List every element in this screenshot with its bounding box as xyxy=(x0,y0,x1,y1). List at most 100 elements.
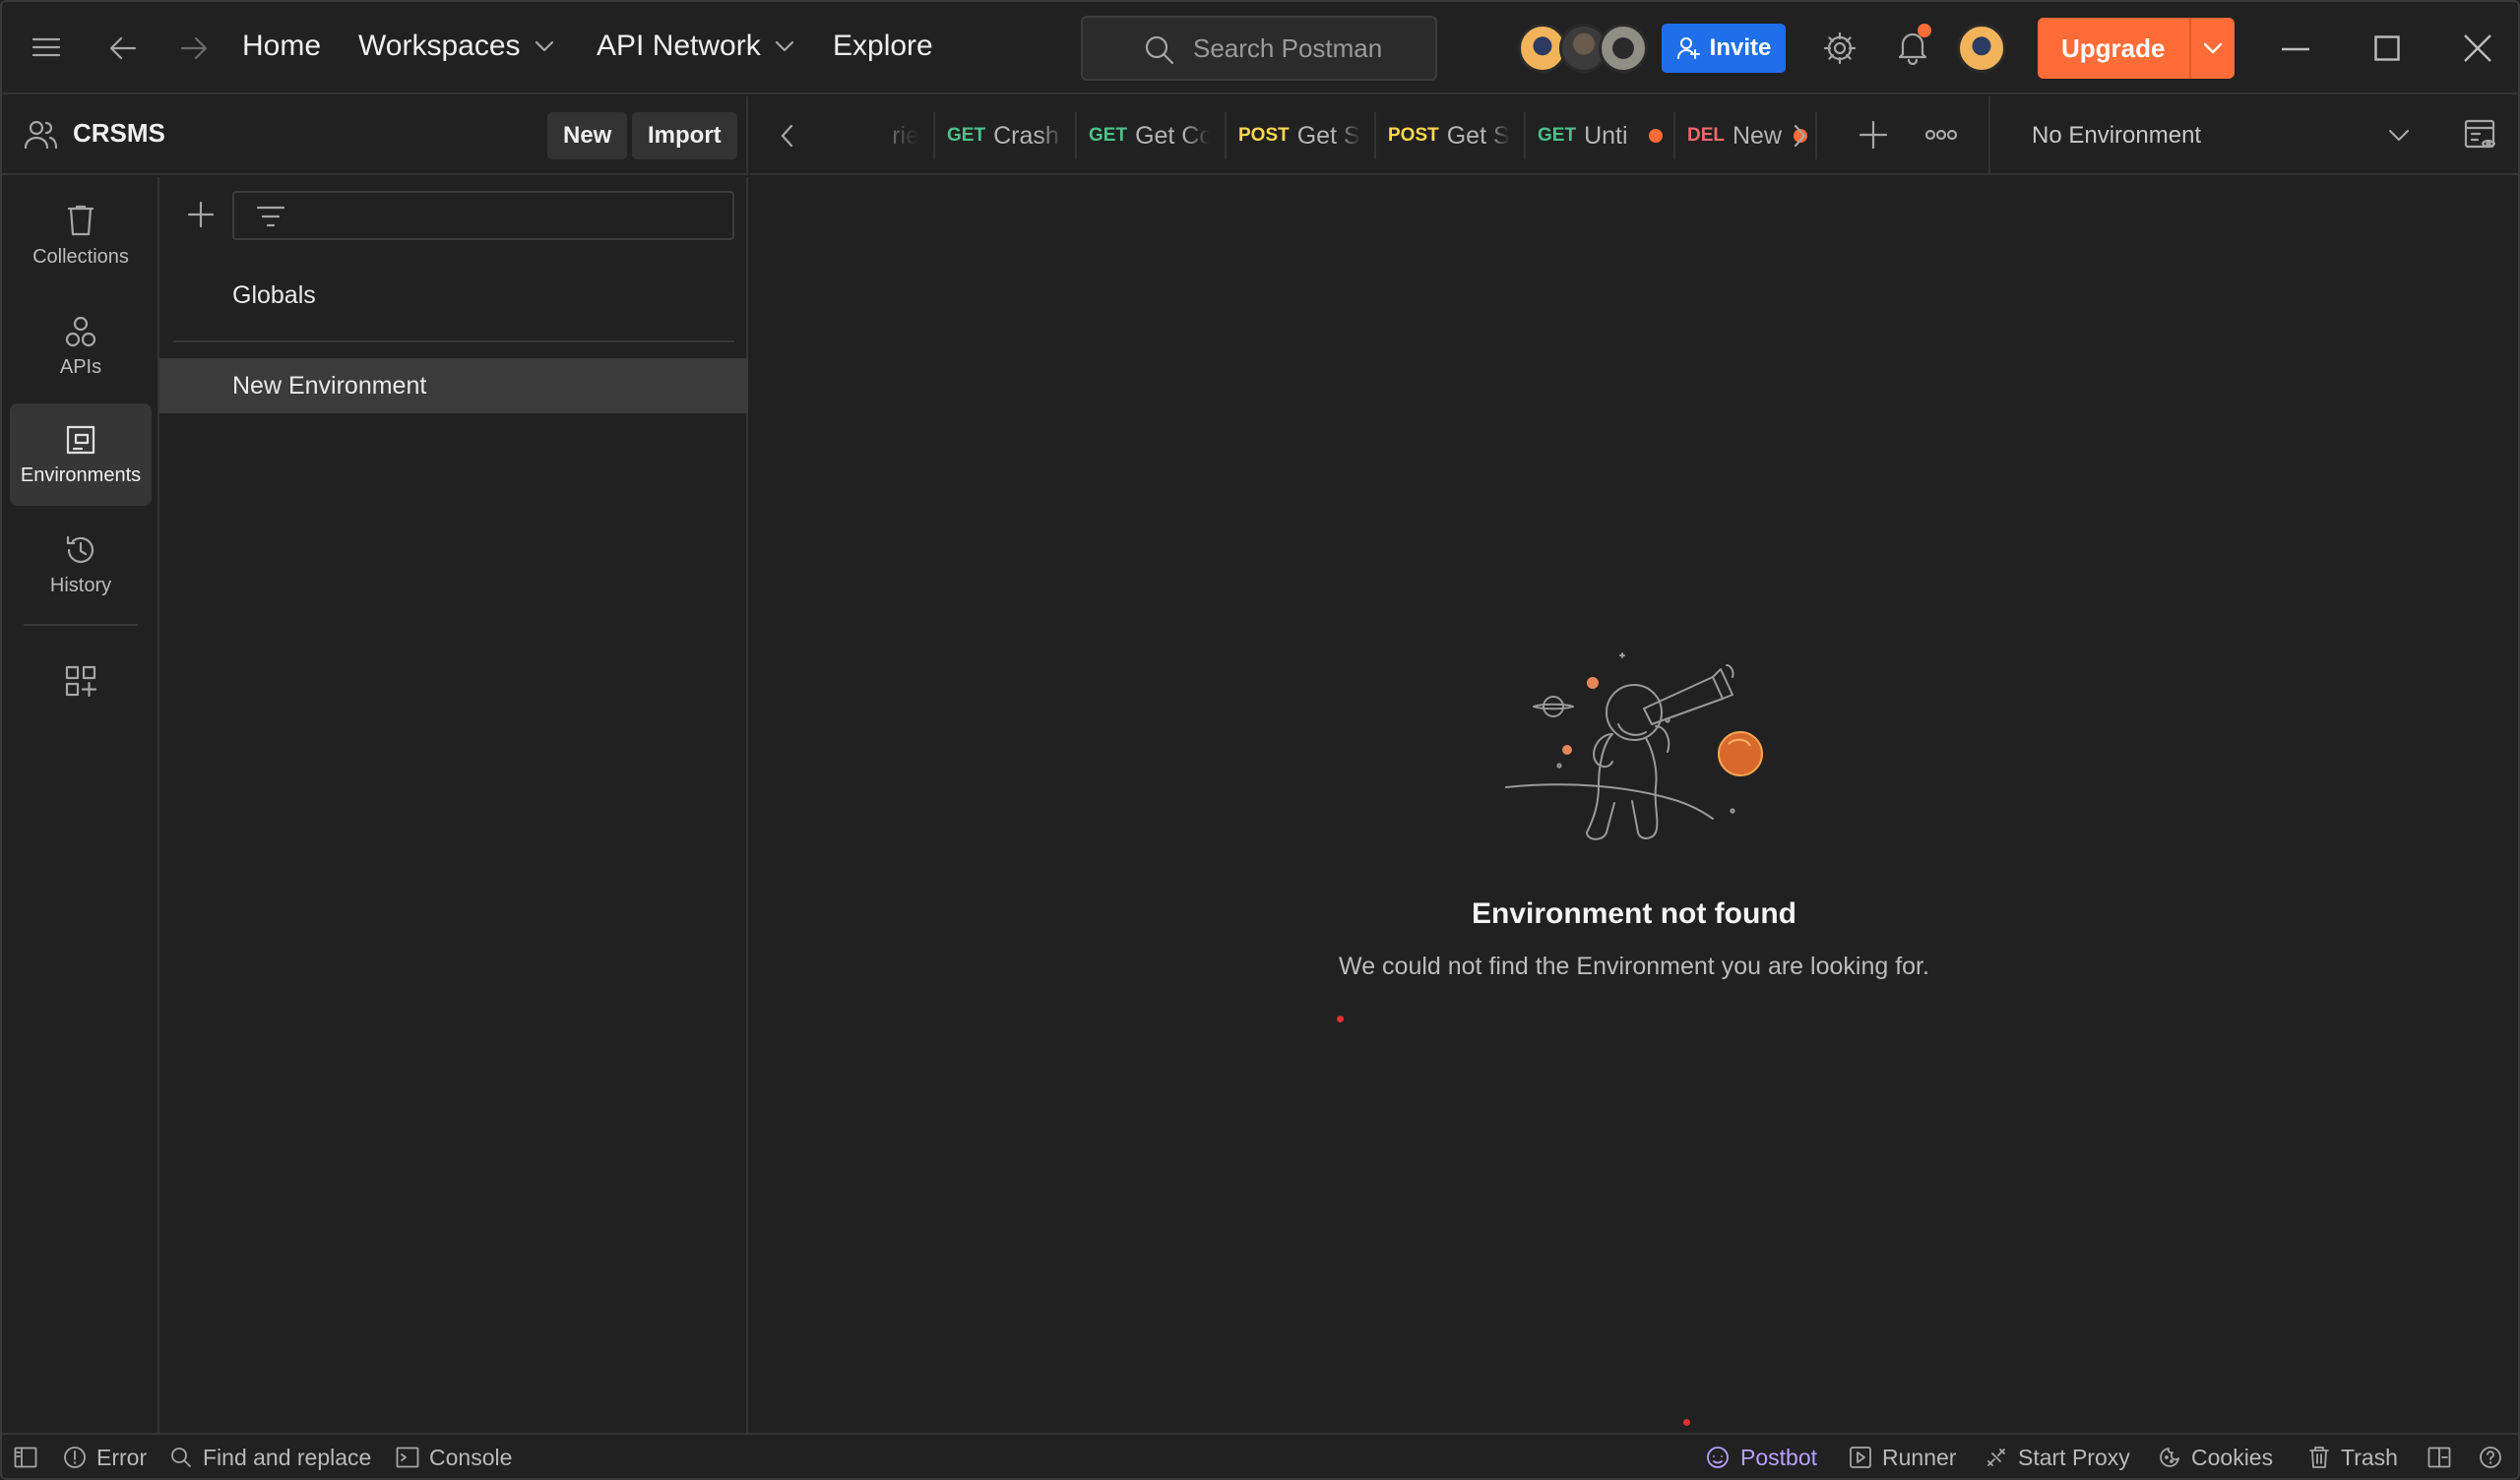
environment-quick-look-icon[interactable] xyxy=(2463,118,2498,154)
new-tab-plus-icon[interactable] xyxy=(1858,120,1888,150)
nav-home[interactable]: Home xyxy=(242,30,321,63)
chevron-down-icon xyxy=(535,40,553,52)
maximize-window-icon[interactable] xyxy=(2374,35,2400,61)
notifications-bell-icon[interactable] xyxy=(1896,24,1931,65)
error-label: Error xyxy=(96,1444,148,1470)
find-and-replace-button[interactable]: Find and replace xyxy=(169,1435,371,1478)
error-status[interactable]: Error xyxy=(63,1435,148,1478)
trash-icon xyxy=(2309,1447,2329,1468)
postbot-button[interactable]: Postbot xyxy=(1705,1435,1817,1478)
request-tab[interactable]: GET Unti xyxy=(1526,112,1675,159)
request-tab[interactable]: GET Crash R xyxy=(935,112,1077,159)
upgrade-label: Upgrade xyxy=(2061,32,2166,63)
search-input[interactable]: Search Postman xyxy=(1081,16,1437,81)
cookies-label: Cookies xyxy=(2191,1444,2274,1470)
tab-method: POST xyxy=(1388,125,1439,146)
request-tab[interactable]: POST Get S xyxy=(1227,112,1376,159)
team-workspace-icon xyxy=(24,120,58,150)
help-icon[interactable] xyxy=(2479,1435,2502,1478)
left-rail: Collections APIs Environments History xyxy=(2,177,159,1433)
start-proxy-label: Start Proxy xyxy=(2018,1444,2130,1470)
search-placeholder: Search Postman xyxy=(1193,32,1383,63)
empty-state-message: We could not find the Environment you ar… xyxy=(1339,953,1929,980)
rail-item-environments[interactable]: Environments xyxy=(10,403,152,506)
user-avatar[interactable] xyxy=(1957,24,2006,73)
tab-method: GET xyxy=(1538,125,1577,146)
more-options-icon[interactable] xyxy=(1925,128,1957,142)
trash-label: Trash xyxy=(2341,1444,2398,1470)
request-tab[interactable]: rie xyxy=(829,112,935,159)
tabs-scroll-right-icon[interactable] xyxy=(1792,124,1807,148)
nav-workspaces[interactable]: Workspaces xyxy=(358,30,554,63)
environments-sidebar: Globals New Environment xyxy=(159,177,748,1433)
environment-item-new-environment[interactable]: New Environment xyxy=(159,358,748,413)
rail-divider xyxy=(24,624,138,626)
apis-icon xyxy=(65,316,96,346)
back-arrow-icon[interactable] xyxy=(108,33,138,63)
add-workbench-icon xyxy=(65,665,97,698)
two-pane-view-icon[interactable] xyxy=(2427,1435,2451,1478)
import-button[interactable]: Import xyxy=(632,112,737,159)
postbot-label: Postbot xyxy=(1740,1444,1817,1470)
forward-arrow-icon[interactable] xyxy=(179,33,209,63)
filter-environments-input[interactable] xyxy=(232,191,734,240)
tab-method: POST xyxy=(1238,125,1290,146)
toggle-sidebar-icon[interactable] xyxy=(14,1435,37,1478)
tab-name: Crash R xyxy=(993,121,1064,150)
filter-icon xyxy=(256,206,285,227)
runner-button[interactable]: Runner xyxy=(1849,1435,1956,1478)
rail-item-apis[interactable]: APIs xyxy=(10,295,152,398)
minimize-window-icon[interactable] xyxy=(2282,47,2309,51)
request-tab-bar: rie GET Crash R GET Get Co POST Get S PO… xyxy=(750,96,2518,175)
upgrade-button[interactable]: Upgrade xyxy=(2038,18,2235,79)
cookie-icon xyxy=(2160,1448,2179,1467)
start-proxy-button[interactable]: Start Proxy xyxy=(1984,1435,2130,1478)
request-tab[interactable]: POST Get S xyxy=(1376,112,1526,159)
request-tab[interactable]: GET Get Co xyxy=(1077,112,1227,159)
cursor-dot xyxy=(1683,1419,1690,1426)
tabs-scroll-left-icon[interactable] xyxy=(780,124,795,148)
invite-button[interactable]: Invite xyxy=(1662,24,1786,73)
title-bar: Home Workspaces API Network Explore Sear… xyxy=(2,2,2518,94)
nav-workspaces-label: Workspaces xyxy=(358,30,521,62)
cursor-dot xyxy=(1337,1016,1344,1022)
notification-badge xyxy=(1918,24,1931,37)
tab-name: Get S xyxy=(1296,121,1360,150)
postbot-icon xyxy=(1707,1447,1729,1468)
rail-item-label: History xyxy=(49,574,112,596)
proxy-icon xyxy=(1987,1449,2005,1466)
rail-item-label: Environments xyxy=(20,463,142,486)
close-window-icon[interactable] xyxy=(2463,33,2492,63)
avatar[interactable] xyxy=(1599,24,1648,73)
cookies-button[interactable]: Cookies xyxy=(2158,1435,2274,1478)
hamburger-menu-icon[interactable] xyxy=(32,34,61,60)
nav-api-network[interactable]: API Network xyxy=(597,30,794,63)
tab-method: GET xyxy=(1089,125,1128,146)
invite-label: Invite xyxy=(1709,34,1772,61)
collections-icon xyxy=(67,205,94,235)
workspace-name[interactable]: CRSMS xyxy=(73,118,165,149)
tab-method: DEL xyxy=(1687,125,1725,146)
environment-item-globals[interactable]: Globals xyxy=(159,268,748,323)
rail-item-history[interactable]: History xyxy=(10,514,152,616)
tab-name: Unti xyxy=(1584,121,1628,150)
unsaved-dot xyxy=(1649,129,1664,143)
console-button[interactable]: Console xyxy=(396,1435,513,1478)
console-icon xyxy=(396,1447,419,1468)
new-button[interactable]: New xyxy=(547,112,628,159)
list-divider xyxy=(173,340,734,342)
console-label: Console xyxy=(429,1444,513,1470)
astronaut-telescope-illustration xyxy=(1505,652,1763,840)
configure-sidebar-button[interactable] xyxy=(10,644,152,718)
trash-button[interactable]: Trash xyxy=(2307,1435,2398,1478)
settings-gear-icon[interactable] xyxy=(1823,31,1857,65)
upgrade-dropdown[interactable] xyxy=(2191,41,2235,55)
tab-method: GET xyxy=(947,125,986,146)
nav-api-network-label: API Network xyxy=(597,30,761,62)
chevron-down-icon xyxy=(775,40,793,52)
nav-explore[interactable]: Explore xyxy=(833,30,933,63)
tab-name: Get S xyxy=(1446,121,1510,150)
create-environment-plus-icon[interactable] xyxy=(187,201,215,228)
environment-selector[interactable]: No Environment xyxy=(1988,96,2433,175)
rail-item-collections[interactable]: Collections xyxy=(10,185,152,287)
